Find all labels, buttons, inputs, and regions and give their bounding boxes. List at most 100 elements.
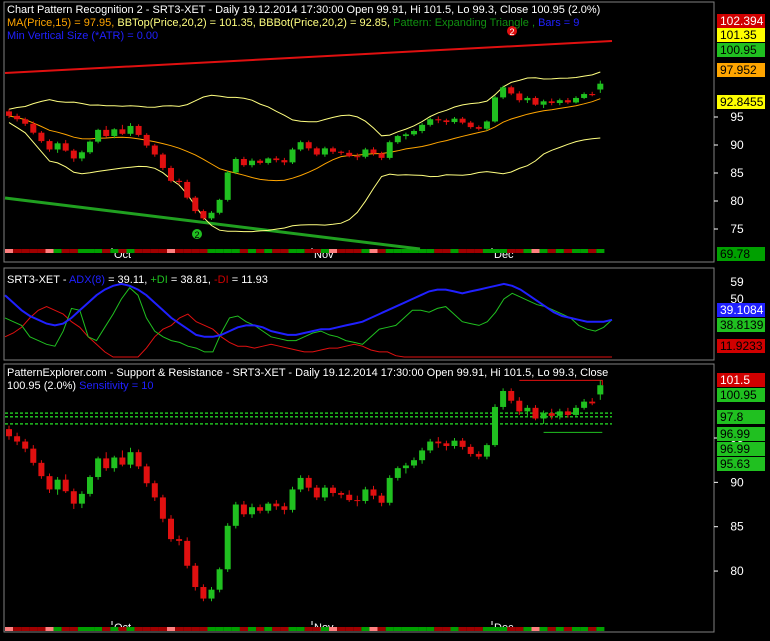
price-candle-body [224, 172, 231, 200]
price-candle-body [297, 142, 304, 150]
price-candle-body [240, 159, 247, 166]
price-candle-body [143, 134, 150, 146]
sr-candle-body [240, 504, 247, 515]
price-bar-strip [272, 249, 281, 253]
sr-candle-body [257, 507, 264, 511]
sr-bar-strip [118, 627, 127, 631]
price-candle-body [289, 149, 296, 163]
price-candle-body [95, 129, 102, 142]
sr-candle-body [508, 390, 515, 401]
price-candle-body [62, 143, 69, 151]
price-candle-body [200, 211, 207, 219]
price-candle-body [475, 127, 482, 129]
sr-candle-body [127, 452, 134, 465]
price-candle-body [581, 94, 588, 98]
sr-bar-strip [345, 627, 354, 631]
sr-bar-strip [207, 627, 216, 631]
chart-window: Chart Pattern Recognition 2 - SRT3-XET -… [0, 0, 770, 636]
price-bar-strip [312, 249, 321, 253]
price-bar-strip [491, 249, 500, 253]
price-candle-body [338, 151, 345, 153]
price-candle-body [330, 148, 336, 152]
price-candle-body [467, 122, 474, 128]
price-bar-strip [21, 249, 30, 253]
price-bar-strip [304, 249, 313, 253]
sr-bar-strip [434, 627, 443, 631]
price-bar-strip [94, 249, 103, 253]
sr-candle-body [540, 413, 547, 419]
sr-bar-strip [588, 627, 597, 631]
price-candle-body [281, 160, 288, 163]
sr-bar-strip [418, 627, 427, 631]
chart-marks: 9590858075959085805950OctNovDecOctNovDec… [4, 14, 765, 634]
price-candle-body [127, 125, 134, 134]
price-bar-strip [555, 249, 564, 253]
price-candle-body [451, 118, 458, 123]
sr-candle-body [103, 458, 110, 469]
sr-candle-body [564, 411, 571, 415]
price-bar-strip [337, 249, 346, 253]
sr-candle-body [573, 407, 579, 415]
price-bar-strip [361, 249, 370, 253]
sr-candle-body [305, 477, 312, 488]
sr-bar-strip [158, 627, 167, 631]
sr-candle-body [475, 453, 482, 457]
price-ytick-95: 95 [730, 110, 744, 124]
adx-panel-legend: SRT3-XET - ADX(8) = 39.11, +DI = 38.81, … [7, 274, 268, 286]
sr-bar-strip [337, 627, 346, 631]
sr-bar-strip [223, 627, 232, 631]
sr-candle-body [338, 492, 345, 495]
price-candle-body [305, 142, 312, 149]
sr-candle-body [30, 448, 37, 463]
price-bar-strip [256, 249, 265, 253]
sr-candle-body [500, 390, 507, 407]
price-candle-body [159, 154, 166, 168]
sr-candle-body [38, 462, 45, 477]
sr-candle-body [435, 441, 442, 444]
price-bar-strip [280, 249, 289, 253]
sr-candle-body [135, 452, 142, 467]
price-candle-body [216, 199, 223, 213]
sr-candle-body [249, 507, 255, 515]
sr-candle-body [467, 446, 474, 454]
sr-bar-strip [86, 627, 95, 631]
sr-candle-body [281, 506, 288, 510]
price-bar-strip [450, 249, 459, 253]
price-bar-strip [296, 249, 305, 253]
price-bar-strip [110, 249, 119, 253]
price-bar-strip [158, 249, 167, 253]
price-value-tag-text: 97.952 [720, 63, 757, 77]
price-panel-legend: MA(Price,15) = 97.95, BBTop(Price,20,2) … [7, 17, 579, 29]
price-bar-strip [13, 249, 22, 253]
sr-bar-strip [5, 627, 14, 631]
pattern-marker-bottom-label: 2 [194, 230, 199, 240]
ma-legend: MA(Price,15) = 97.95, [7, 17, 117, 29]
price-candle-body [540, 101, 547, 105]
sr-bar-strip [450, 627, 459, 631]
sr-candle-body [548, 413, 555, 416]
price-bar-strip [401, 249, 410, 253]
sr-bar-strip [183, 627, 192, 631]
sr-bar-strip [482, 627, 491, 631]
price-candle-body [516, 93, 523, 101]
sr-candle-body [532, 407, 539, 419]
sr-candle-body [265, 503, 272, 511]
sr-candle-body [402, 465, 409, 469]
chart-canvas[interactable]: Chart Pattern Recognition 2 - SRT3-XET -… [0, 0, 770, 636]
price-bar-strip [458, 249, 467, 253]
sr-candle-body [273, 503, 280, 507]
price-bar-strip [167, 249, 176, 253]
price-bar-strip [37, 249, 46, 253]
sr-bar-strip [29, 627, 38, 631]
sr-panel-frame [3, 363, 715, 633]
sr-candle-body [362, 489, 369, 501]
sr-bar-strip [175, 627, 184, 631]
price-candle-body [386, 142, 393, 158]
pattern-marker-top-label: 2 [509, 27, 514, 37]
sr-bar-strip [515, 627, 524, 631]
price-candle-body [492, 97, 498, 122]
sr-bar-strip [401, 627, 410, 631]
sr-value-tag-text: 96.99 [720, 442, 750, 456]
price-candle-body [556, 100, 563, 103]
sr-candle-body [111, 457, 118, 469]
